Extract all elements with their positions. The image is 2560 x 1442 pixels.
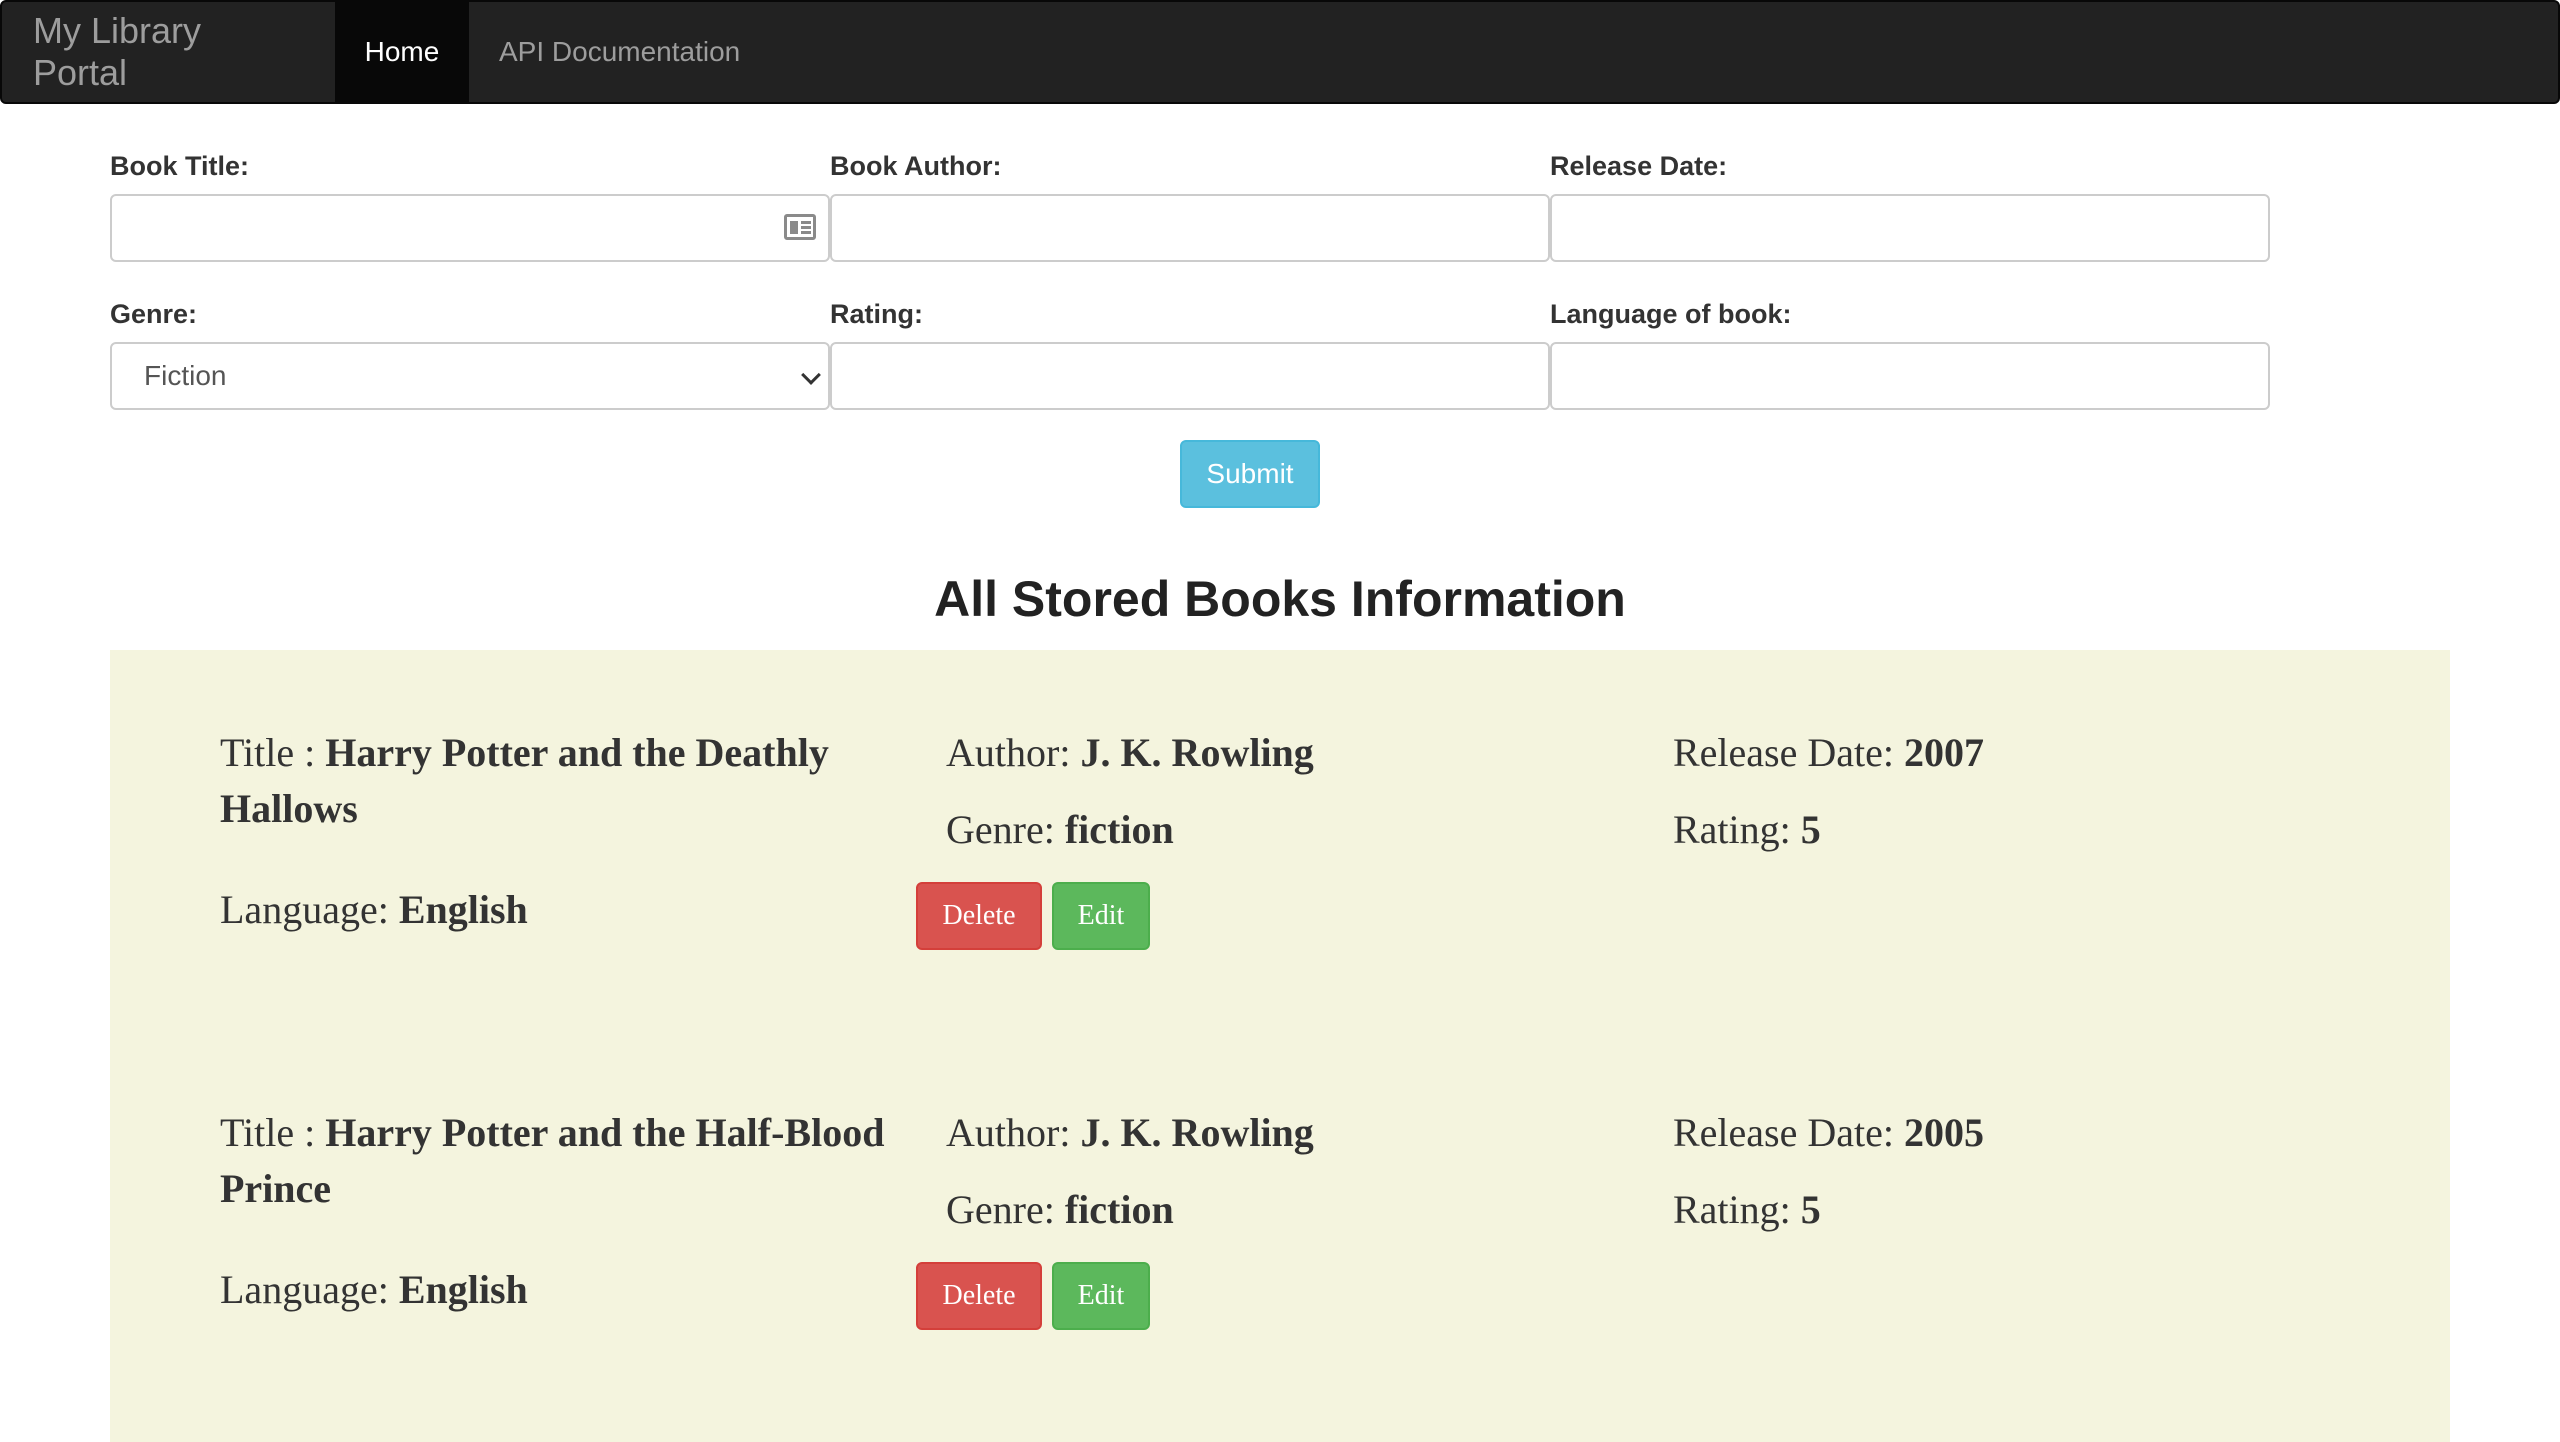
- book-title: Title : Harry Potter and the Deathly Hal…: [220, 730, 829, 831]
- genre-label: Genre:: [110, 299, 198, 329]
- book-actions: Delete Edit: [916, 882, 1150, 950]
- book-card: Title : Harry Potter and the Half-Blood …: [110, 1030, 2450, 1360]
- edit-button[interactable]: Edit: [1052, 1262, 1150, 1330]
- submit-wrap: Submit: [1180, 440, 1320, 508]
- book-author: Author: J. K. Rowling: [946, 730, 1314, 775]
- form-row-1: Book Title: Book Author: Release Date:: [110, 140, 2270, 288]
- form-row-2: Genre: Fiction Rating: Language of book:: [110, 288, 2270, 436]
- book-author-value: J. K. Rowling: [1080, 730, 1314, 775]
- contact-card-icon[interactable]: [784, 214, 816, 240]
- book-title-label: Book Title:: [110, 151, 250, 181]
- book-rating-value: 5: [1800, 807, 1821, 852]
- book-rating: Rating: 5: [1673, 807, 1821, 852]
- book-genre: Genre: fiction: [946, 807, 1174, 852]
- book-genre-value: fiction: [1064, 807, 1174, 852]
- rating-field: Rating:: [830, 288, 1550, 436]
- book-author-value: J. K. Rowling: [1080, 1110, 1314, 1155]
- brand-logo[interactable]: My Library Portal: [2, 2, 335, 102]
- book-release-date-value: 2007: [1904, 730, 1984, 775]
- book-language-value: English: [398, 887, 528, 932]
- book-release-date: Release Date: 2005: [1673, 1110, 1984, 1155]
- delete-button[interactable]: Delete: [916, 1262, 1042, 1330]
- book-title-input[interactable]: [110, 194, 830, 262]
- language-field: Language of book:: [1550, 288, 2270, 436]
- book-author-input[interactable]: [830, 194, 1550, 262]
- genre-selected-value: Fiction: [144, 360, 227, 391]
- language-input[interactable]: [1550, 342, 2270, 410]
- edit-button[interactable]: Edit: [1052, 882, 1150, 950]
- nav-home[interactable]: Home: [335, 2, 469, 102]
- book-rating-value: 5: [1800, 1187, 1821, 1232]
- genre-field: Genre: Fiction: [110, 288, 830, 436]
- book-genre: Genre: fiction: [946, 1187, 1174, 1232]
- section-title: All Stored Books Information: [934, 571, 1626, 627]
- book-card: Title : Harry Potter and the Deathly Hal…: [110, 650, 2450, 980]
- book-author-label: Book Author:: [830, 151, 1002, 181]
- book-language-value: English: [398, 1267, 528, 1312]
- rating-label: Rating:: [830, 299, 923, 329]
- submit-button[interactable]: Submit: [1180, 440, 1320, 508]
- add-book-form: Book Title: Book Author: Release Date: G…: [110, 140, 2270, 436]
- book-title-field: Book Title:: [110, 140, 830, 288]
- book-author: Author: J. K. Rowling: [946, 1110, 1314, 1155]
- book-title: Title : Harry Potter and the Half-Blood …: [220, 1110, 885, 1211]
- book-language: Language: English: [220, 887, 528, 932]
- rating-input[interactable]: [830, 342, 1550, 410]
- release-date-field: Release Date:: [1550, 140, 2270, 288]
- book-release-date: Release Date: 2007: [1673, 730, 1984, 775]
- chevron-down-icon: [801, 365, 821, 385]
- book-language: Language: English: [220, 1267, 528, 1312]
- nav-api-documentation[interactable]: API Documentation: [469, 2, 770, 102]
- language-label: Language of book:: [1550, 299, 1792, 329]
- book-release-date-value: 2005: [1904, 1110, 1984, 1155]
- book-rating: Rating: 5: [1673, 1187, 1821, 1232]
- release-date-input[interactable]: [1550, 194, 2270, 262]
- book-author-field: Book Author:: [830, 140, 1550, 288]
- top-navbar: My Library Portal Home API Documentation: [0, 0, 2560, 104]
- book-list: Title : Harry Potter and the Deathly Hal…: [110, 650, 2450, 1442]
- book-actions: Delete Edit: [916, 1262, 1150, 1330]
- book-genre-value: fiction: [1064, 1187, 1174, 1232]
- delete-button[interactable]: Delete: [916, 882, 1042, 950]
- genre-select[interactable]: Fiction: [110, 342, 830, 410]
- release-date-label: Release Date:: [1550, 151, 1728, 181]
